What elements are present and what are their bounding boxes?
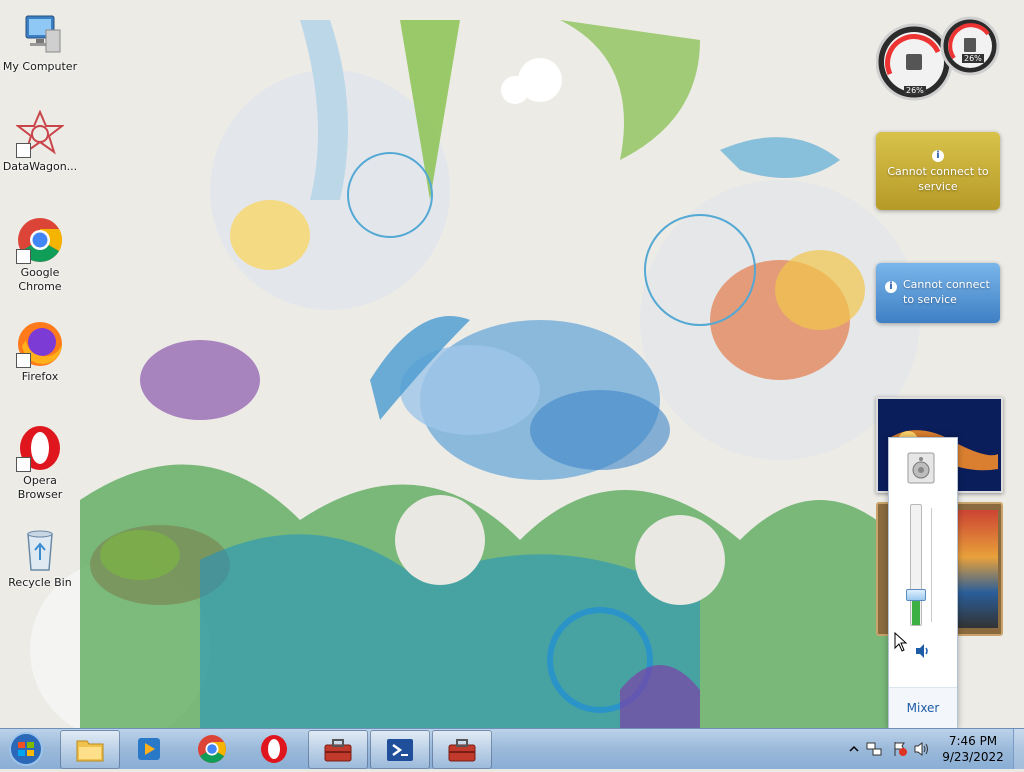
desktop-icon-opera-browser[interactable]: Opera Browser	[0, 424, 80, 502]
file-explorer-icon	[76, 740, 104, 762]
action-center-flag-icon[interactable]	[892, 741, 908, 757]
info-icon: i	[885, 281, 897, 293]
desktop-icon-recycle-bin[interactable]: Recycle Bin	[0, 526, 80, 590]
toolbox-icon	[448, 739, 476, 762]
taskbar-chrome-button[interactable]	[183, 730, 241, 767]
volume-flyout: Mixer	[888, 437, 958, 729]
speaker-device-icon[interactable]	[906, 452, 936, 484]
taskbar-clock[interactable]: 7:46 PM 9/23/2022	[938, 733, 1008, 765]
cpu-usage-label: 26%	[904, 86, 926, 95]
desktop-icon-my-computer[interactable]: My Computer	[0, 10, 80, 74]
cpu-meter-gadget[interactable]: 26% 26%	[875, 14, 1001, 104]
taskbar-toolbox-button-2[interactable]	[432, 730, 492, 769]
toolbox-icon	[324, 739, 352, 762]
taskbar-toolbox-button-1[interactable]	[308, 730, 368, 769]
computer-icon	[16, 10, 64, 58]
desktop-icon-label: Firefox	[21, 370, 59, 383]
recycle-bin-icon	[16, 526, 64, 574]
desktop-icon-google-chrome[interactable]: Google Chrome	[0, 216, 80, 294]
taskbar-powershell-button[interactable]	[370, 730, 430, 769]
clock-time: 7:46 PM	[948, 734, 998, 748]
mouse-cursor-icon	[894, 631, 908, 656]
shortcut-arrow-icon	[16, 353, 31, 368]
start-button[interactable]	[3, 730, 49, 768]
mute-speaker-icon[interactable]	[914, 643, 932, 659]
desktop-icon-label: Recycle Bin	[8, 576, 72, 589]
opera-icon	[16, 424, 64, 472]
media-player-icon	[138, 738, 160, 760]
taskbar-file-explorer-button[interactable]	[60, 730, 120, 769]
chrome-icon	[198, 735, 226, 763]
memory-usage-label: 26%	[962, 54, 984, 63]
volume-slider-thumb[interactable]	[906, 589, 926, 601]
weather-gadget-1[interactable]: i Cannot connect to service	[876, 132, 1000, 210]
clock-date: 9/23/2022	[942, 750, 1004, 764]
datawagon-icon	[15, 109, 65, 158]
shortcut-arrow-icon	[16, 143, 31, 158]
opera-icon	[261, 735, 287, 763]
weather-gadget-2[interactable]: i Cannot connect to service	[876, 263, 1000, 323]
show-hidden-icons-chevron-icon[interactable]	[846, 741, 862, 757]
show-desktop-button[interactable]	[1013, 729, 1024, 769]
volume-slider-track[interactable]	[910, 504, 922, 626]
desktop-icon-label: Opera Browser	[17, 474, 63, 501]
chrome-icon	[16, 216, 64, 264]
volume-scale	[931, 508, 938, 622]
weather-error-message: Cannot connect to service	[903, 278, 990, 306]
shortcut-arrow-icon	[16, 249, 31, 264]
taskbar-opera-button[interactable]	[245, 730, 303, 767]
desktop-icon-label: My Computer	[2, 60, 78, 73]
taskbar-media-player-button[interactable]	[120, 730, 178, 767]
firefox-icon	[16, 320, 64, 368]
desktop-icon-datawagon[interactable]: DataWagon...	[0, 109, 80, 174]
desktop-wallpaper	[0, 0, 1024, 728]
desktop-icon-firefox[interactable]: Firefox	[0, 320, 80, 384]
desktop-icon-label: DataWagon...	[2, 160, 78, 173]
desktop-icon-label: Google Chrome	[18, 266, 62, 293]
weather-error-message: Cannot connect to service	[887, 165, 989, 193]
volume-icon[interactable]	[914, 741, 930, 757]
shortcut-arrow-icon	[16, 457, 31, 472]
mixer-link[interactable]: Mixer	[889, 687, 957, 728]
info-icon: i	[932, 150, 944, 162]
taskbar: 7:46 PM 9/23/2022	[0, 728, 1024, 769]
powershell-icon	[387, 739, 413, 761]
network-icon[interactable]	[866, 741, 882, 757]
